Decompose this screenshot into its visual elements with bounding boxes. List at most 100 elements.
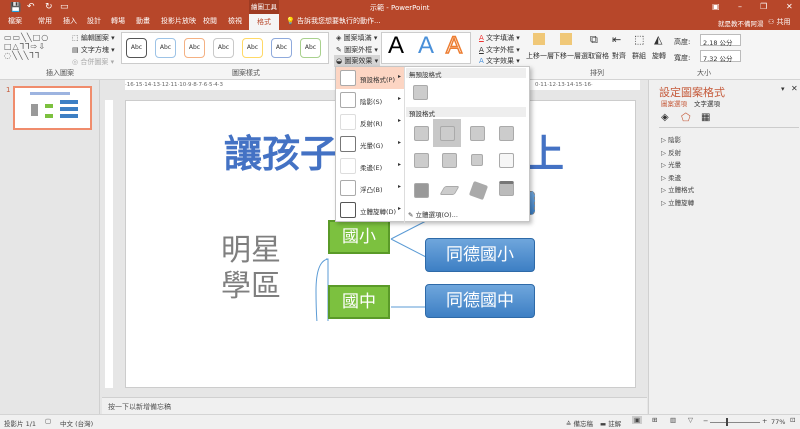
send-backward-button[interactable]: 下移一層 — [553, 51, 581, 61]
tab-review[interactable]: 校閱 — [203, 16, 217, 26]
align-button[interactable]: 對齊 — [612, 51, 626, 61]
comments-button[interactable]: ▬ 註解 — [600, 418, 621, 428]
tab-slideshow[interactable]: 投影片放映 — [161, 16, 196, 26]
bring-forward-button[interactable]: 上移一層 — [526, 51, 554, 61]
section-3d-rotation[interactable]: ▷ 立體旋轉 — [661, 197, 694, 207]
menu-item-glow[interactable]: 光暈(G) ▸ — [336, 133, 404, 155]
style-swatch[interactable]: Abc — [242, 38, 263, 58]
menu-item-reflection[interactable]: 反射(R) ▸ — [336, 111, 404, 133]
node-tongde-junior[interactable]: 同德國中 — [425, 284, 535, 318]
tab-insert[interactable]: 插入 — [63, 16, 77, 26]
save-icon[interactable]: 💾 — [10, 3, 21, 13]
height-input[interactable]: 2.18 公分 — [700, 34, 741, 47]
preset-swatch[interactable] — [440, 126, 455, 141]
style-swatch[interactable]: Abc — [271, 38, 292, 58]
tab-file[interactable]: 檔案 — [8, 16, 22, 26]
text-effects-button[interactable]: A 文字效果 ▾ — [479, 56, 520, 66]
style-swatch[interactable]: Abc — [300, 38, 321, 58]
fit-to-window-icon[interactable]: ⊡ — [790, 416, 795, 424]
preset-swatch[interactable] — [414, 153, 429, 168]
share-button[interactable]: ⚇ 共用 — [768, 17, 791, 27]
section-soft-edges[interactable]: ▷ 柔邊 — [661, 172, 681, 182]
tab-format[interactable]: 格式 — [249, 14, 279, 30]
tab-shape-options[interactable]: 圖案選項 — [661, 98, 687, 108]
section-shadow[interactable]: ▷ 陰影 — [661, 134, 681, 144]
fill-line-icon[interactable]: ◈ — [661, 112, 669, 123]
ribbon-display-icon[interactable]: ▣ — [712, 2, 720, 11]
shape-gallery[interactable]: ▭▭╲╲□○ □△⅂⅂⇨⇩ ◌╲╲╲⅂⅂ — [4, 33, 66, 61]
pane-options-icon[interactable]: ▾ — [781, 85, 785, 93]
spellcheck-icon[interactable]: ▢ — [45, 417, 51, 425]
section-reflection[interactable]: ▷ 反射 — [661, 147, 681, 157]
menu-item-shadow[interactable]: 陰影(S) ▸ — [336, 89, 404, 111]
preset-swatch[interactable] — [442, 153, 457, 168]
preset-swatch[interactable] — [471, 154, 483, 166]
style-swatch[interactable]: Abc — [184, 38, 205, 58]
slide-sorter-icon[interactable]: ⊞ — [652, 416, 657, 424]
section-3d-format[interactable]: ▷ 立體格式 — [661, 184, 694, 194]
preset-swatch[interactable] — [414, 126, 429, 141]
width-input[interactable]: 7.32 公分 — [700, 50, 741, 63]
style-swatch[interactable]: Abc — [126, 38, 147, 58]
section-glow[interactable]: ▷ 光暈 — [661, 159, 681, 169]
slide-thumbnail[interactable] — [13, 86, 92, 130]
tab-text-options[interactable]: 文字選項 — [694, 98, 720, 108]
notes-button[interactable]: ≙ 備忘稿 — [566, 418, 593, 428]
zoom-level[interactable]: 77% — [771, 418, 785, 426]
user-name[interactable]: 就是教不備阿湯 — [718, 18, 764, 28]
text-box-button[interactable]: ▤ 文字方塊 ▾ — [72, 45, 115, 55]
pane-close-icon[interactable]: ✕ — [791, 84, 798, 93]
zoom-in-button[interactable]: + — [762, 417, 767, 425]
menu-item-3d-rotation[interactable]: 立體旋轉(D) ▸ — [336, 199, 404, 221]
menu-item-preset[interactable]: 預設格式(P) ▸ — [336, 67, 404, 89]
zoom-out-button[interactable]: − — [703, 417, 708, 425]
node-elementary[interactable]: 國小 — [328, 220, 390, 254]
edit-shape-button[interactable]: ⬚ 編輯圖案 ▾ — [72, 33, 115, 43]
slideshow-icon[interactable]: ▽ — [688, 416, 693, 424]
zoom-slider-thumb[interactable] — [726, 418, 728, 426]
preset-swatch[interactable] — [499, 153, 514, 168]
style-swatch[interactable]: Abc — [155, 38, 176, 58]
reading-view-icon[interactable]: ▥ — [670, 416, 676, 424]
wordart-swatch[interactable]: A — [445, 31, 463, 60]
maximize-icon[interactable]: ❐ — [760, 2, 767, 11]
wordart-swatch[interactable]: A — [388, 32, 404, 60]
tab-view[interactable]: 檢視 — [228, 16, 242, 26]
effects-pentagon-icon[interactable]: ⬠ — [681, 111, 691, 124]
preset-swatch[interactable] — [468, 180, 489, 201]
menu-item-soft-edges[interactable]: 柔邊(E) ▸ — [336, 155, 404, 177]
text-outline-button[interactable]: A 文字外框 ▾ — [479, 45, 520, 55]
shape-outline-button[interactable]: ✎ 圖案外框 ▾ — [336, 45, 378, 55]
merge-shapes-button[interactable]: ◎ 合併圖案 ▾ — [72, 57, 114, 67]
tab-home[interactable]: 常用 — [38, 16, 52, 26]
3d-options-item[interactable]: ✎ 立體選項(O)... — [408, 209, 458, 219]
slide-title-tail[interactable]: 上 — [526, 123, 564, 178]
shape-fill-button[interactable]: ◈ 圖案填滿 ▾ — [336, 33, 377, 43]
tell-me-search[interactable]: 💡 告訴我您想要執行的動作... — [286, 16, 381, 26]
size-properties-icon[interactable]: ▦ — [701, 112, 710, 123]
tab-design[interactable]: 設計 — [87, 16, 101, 26]
language-indicator[interactable]: 中文 (台灣) — [60, 418, 93, 428]
preset-swatch[interactable] — [439, 186, 460, 195]
normal-view-icon[interactable]: ▣ — [632, 416, 643, 424]
close-icon[interactable]: ✕ — [786, 2, 793, 11]
group-button[interactable]: 群組 — [632, 51, 646, 61]
preset-swatch[interactable] — [470, 126, 485, 141]
no-preset-swatch[interactable] — [413, 85, 428, 100]
style-swatch[interactable]: Abc — [213, 38, 234, 58]
node-tongde-elementary[interactable]: 同德國小 — [425, 238, 535, 272]
notes-area[interactable]: 按一下以新增備忘稿 — [102, 397, 647, 414]
rotate-button[interactable]: 旋轉 — [652, 51, 666, 61]
menu-item-bevel[interactable]: 浮凸(B) ▸ — [336, 177, 404, 199]
tab-animations[interactable]: 動畫 — [136, 16, 150, 26]
preset-swatch[interactable] — [499, 126, 514, 141]
redo-icon[interactable]: ↻ — [45, 2, 53, 12]
node-junior-high[interactable]: 國中 — [328, 285, 390, 319]
minimize-icon[interactable]: – — [738, 2, 742, 11]
preset-swatch[interactable] — [414, 183, 429, 198]
present-icon[interactable]: ▭ — [60, 2, 69, 12]
selection-pane-button[interactable]: 選取窗格 — [581, 51, 609, 61]
tab-transitions[interactable]: 轉場 — [111, 16, 125, 26]
preset-swatch[interactable] — [499, 181, 514, 196]
text-fill-button[interactable]: A 文字填滿 ▾ — [479, 33, 520, 43]
